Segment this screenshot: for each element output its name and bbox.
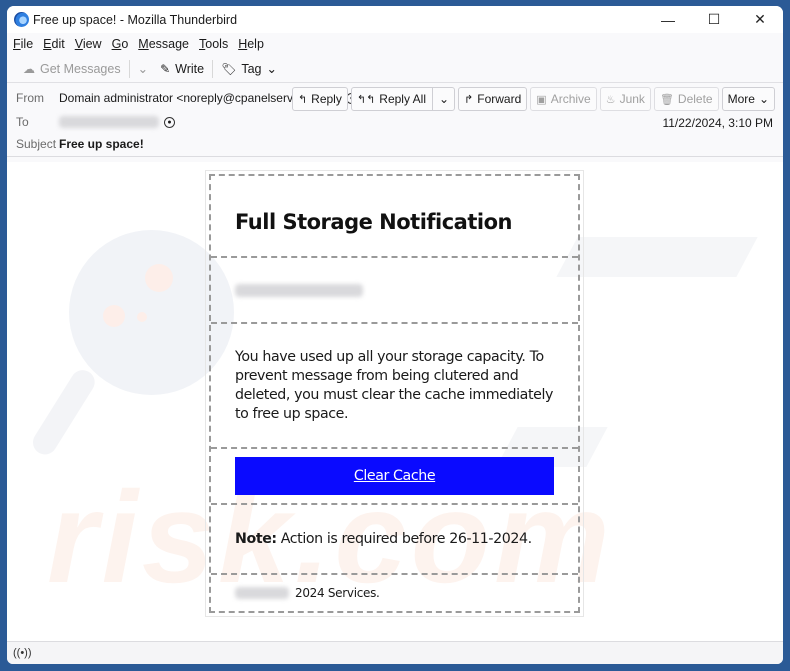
forward-icon: ↱ <box>464 93 474 106</box>
reply-all-icon: ↰↰ <box>356 93 376 106</box>
status-bar: ((•)) <box>7 641 783 664</box>
watermark-magnifier-handle <box>28 365 100 459</box>
chevron-down-icon: ⌄ <box>137 62 149 76</box>
watermark-dot <box>103 305 125 327</box>
subject-row: Subject Free up space! <box>16 137 144 151</box>
email-heading: Full Storage Notification <box>235 210 512 234</box>
company-name-redacted <box>235 587 289 599</box>
toolbar-divider <box>212 59 214 78</box>
contact-icon[interactable]: ● <box>164 116 175 128</box>
menu-go[interactable]: Go <box>112 37 129 51</box>
recipient-redacted <box>235 283 363 297</box>
forward-button[interactable]: ↱ Forward <box>458 87 528 111</box>
tag-icon: 🏷 <box>221 61 237 76</box>
clear-cache-button[interactable]: Clear Cache <box>235 457 554 495</box>
menu-edit[interactable]: Edit <box>43 37 65 51</box>
email-recipient-section <box>211 258 578 324</box>
chevron-down-icon: ⌄ <box>438 92 450 106</box>
title-bar: Free up space! - Mozilla Thunderbird — ☐… <box>7 6 783 33</box>
watermark-dot <box>145 264 173 292</box>
watermark-dot <box>137 312 147 322</box>
menu-tools[interactable]: Tools <box>199 37 228 51</box>
email-footer-section: 2024 Services. <box>211 575 578 611</box>
chevron-down-icon: ⌄ <box>758 92 769 106</box>
minimize-button[interactable]: — <box>645 6 691 33</box>
email-body-section: You have used up all your storage capaci… <box>211 324 578 449</box>
reply-all-button[interactable]: ↰↰ Reply All ⌄ <box>350 87 456 111</box>
cloud-download-icon: ☁ <box>23 61 35 76</box>
maximize-button[interactable]: ☐ <box>691 6 737 33</box>
main-toolbar: ☁ Get Messages ⌄ ✎ Write 🏷 Tag ⌄ <box>7 55 783 83</box>
tag-button[interactable]: 🏷 Tag ⌄ <box>215 58 283 80</box>
to-value-redacted[interactable] <box>59 116 159 128</box>
menu-file[interactable]: File <box>13 37 33 51</box>
get-messages-button[interactable]: ☁ Get Messages <box>17 58 127 80</box>
to-label: To <box>16 115 29 129</box>
email-card: Full Storage Notification You have used … <box>205 170 584 617</box>
subject-label: Subject <box>16 137 57 151</box>
junk-flame-icon: ♨ <box>605 93 616 106</box>
subject-value: Free up space! <box>59 137 144 151</box>
note-label: Note: <box>235 531 277 547</box>
more-button[interactable]: More ⌄ <box>721 87 775 111</box>
menu-bar: File Edit View Go Message Tools Help <box>7 33 783 55</box>
close-button[interactable]: ✕ <box>737 6 783 33</box>
from-label: From <box>16 91 44 105</box>
note-text: Action is required before 26-11-2024. <box>280 531 532 547</box>
get-messages-dropdown[interactable]: ⌄ <box>132 58 154 80</box>
reply-icon: ↰ <box>297 93 308 106</box>
message-date: 11/22/2024, 3:10 PM <box>662 116 773 130</box>
write-button[interactable]: ✎ Write <box>154 58 210 80</box>
thunderbird-logo-icon <box>14 12 29 27</box>
to-row: To ● <box>16 115 175 129</box>
watermark-shape <box>556 237 758 277</box>
online-status-icon[interactable]: ((•)) <box>13 647 32 659</box>
footer-text: 2024 Services. <box>295 586 380 600</box>
reply-button[interactable]: ↰ Reply <box>291 87 348 111</box>
email-cta-section: Clear Cache <box>211 449 578 505</box>
email-body-text: You have used up all your storage capaci… <box>235 348 553 422</box>
window-title: Free up space! - Mozilla Thunderbird <box>33 12 238 27</box>
archive-button[interactable]: ▣ Archive <box>530 87 597 111</box>
reply-all-dropdown[interactable]: ⌄ <box>431 88 450 110</box>
message-body: risk.com Full Storage Notification You h… <box>7 162 783 641</box>
message-actions: ↰ Reply ↰↰ Reply All ⌄ ↱ Forward ▣ Archi… <box>291 87 775 111</box>
email-note-section: Note: Action is required before 26-11-20… <box>211 505 578 575</box>
delete-button[interactable]: 🗑 Delete <box>653 87 719 111</box>
junk-button[interactable]: ♨ Junk <box>599 87 651 111</box>
email-heading-section: Full Storage Notification <box>211 176 578 258</box>
message-header: From Domain administrator <noreply@cpane… <box>7 83 783 157</box>
chevron-down-icon: ⌄ <box>266 62 277 76</box>
archive-icon: ▣ <box>536 93 547 106</box>
menu-view[interactable]: View <box>75 37 102 51</box>
menu-message[interactable]: Message <box>138 37 189 51</box>
trash-icon: 🗑 <box>659 93 674 106</box>
thunderbird-window: Free up space! - Mozilla Thunderbird — ☐… <box>7 6 783 664</box>
toolbar-divider <box>128 59 130 78</box>
menu-help[interactable]: Help <box>238 37 264 51</box>
pencil-icon: ✎ <box>160 61 171 76</box>
